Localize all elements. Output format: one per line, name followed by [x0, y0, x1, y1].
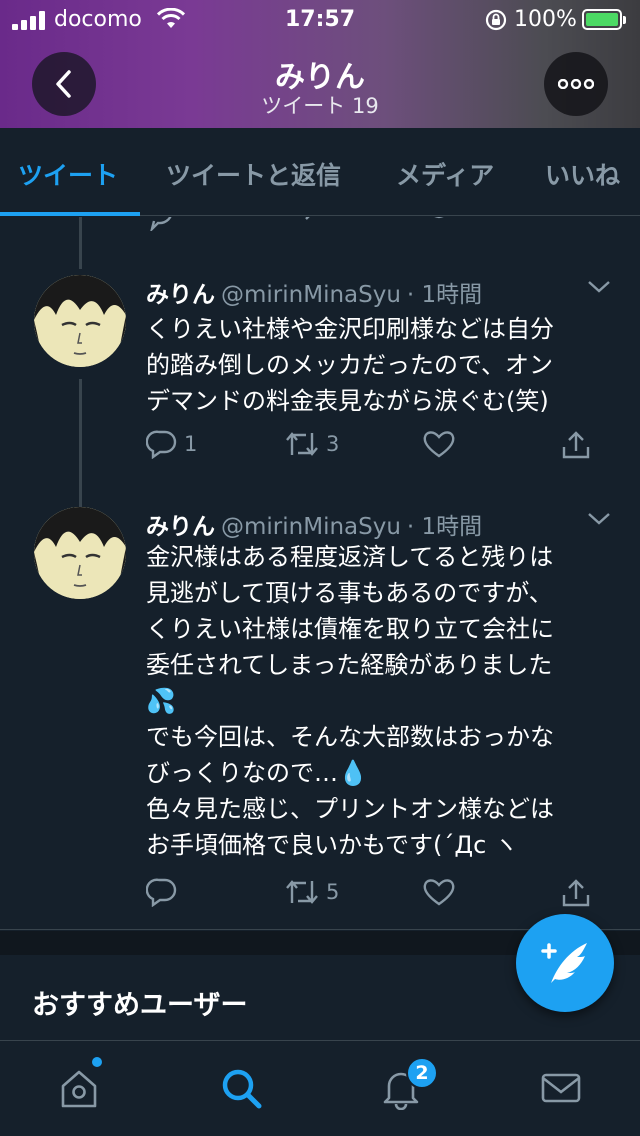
- reply-count: 1: [184, 432, 198, 456]
- chevron-down-icon[interactable]: [586, 279, 612, 299]
- thread-line: [79, 379, 82, 509]
- tweet-line: 金沢様はある程度返済してると残りは: [146, 543, 554, 571]
- like-button[interactable]: [422, 877, 456, 907]
- reply-button[interactable]: 1: [146, 429, 197, 459]
- tweet-count: ツイート 19: [261, 94, 379, 118]
- avatar[interactable]: [34, 507, 126, 599]
- share-icon: [562, 879, 590, 907]
- reply-icon: [146, 878, 177, 907]
- author-name[interactable]: みりん: [146, 282, 215, 308]
- retweet-icon: [286, 880, 318, 904]
- tweet-line: 的踏み倒しのメッカだったので、オン: [146, 351, 554, 379]
- bottom-nav: 2: [0, 1040, 640, 1136]
- home-icon: [61, 1070, 97, 1108]
- compose-feather-icon: [541, 943, 587, 983]
- nav-messages[interactable]: [536, 1063, 586, 1113]
- reply-button[interactable]: [146, 877, 184, 907]
- battery-icon: [582, 9, 626, 30]
- tweet-actions: 1 3: [146, 429, 606, 461]
- thread-line: [79, 217, 82, 269]
- timeline: みりん @mirinMinaSyu · 1時間 くりえい社様や金沢印刷様などは自分 …: [0, 217, 640, 931]
- avatar[interactable]: [34, 275, 126, 367]
- search-icon: [222, 1069, 262, 1109]
- tab-tweets-replies[interactable]: ツイートと返信: [166, 156, 341, 192]
- tweet-line: デマンドの料金表見ながら涙ぐむ(笑): [146, 387, 549, 415]
- heart-icon: [423, 431, 455, 458]
- home-unread-dot: [92, 1057, 102, 1067]
- tab-likes[interactable]: いいね: [545, 156, 620, 192]
- retweet-icon: [286, 432, 318, 456]
- retweet-count: 3: [326, 432, 340, 456]
- retweet-button[interactable]: 3: [284, 429, 339, 459]
- reply-icon: [146, 430, 177, 459]
- previous-tweet-actions: [0, 217, 640, 231]
- mail-icon: [541, 1073, 581, 1103]
- tweet-time: · 1時間: [406, 514, 483, 540]
- notification-badge: 2: [406, 1057, 438, 1089]
- like-button[interactable]: [422, 429, 456, 459]
- tweet-line: 色々見た感じ、プリントオン様などは: [146, 795, 554, 823]
- retweet-button[interactable]: 5: [284, 877, 339, 907]
- heart-icon: [423, 879, 455, 906]
- tweet-text: 金沢様はある程度返済してると残りは 見逃がして頂ける事もあるのですが、 くりえい…: [146, 539, 606, 863]
- share-icon: [562, 431, 590, 459]
- nav-notifications[interactable]: 2: [376, 1057, 438, 1113]
- author-handle[interactable]: @mirinMinaSyu: [221, 282, 401, 308]
- tab-media[interactable]: メディア: [396, 156, 494, 192]
- profile-tabs: ツイート ツイートと返信 メディア いいね: [0, 128, 640, 216]
- battery-percent: 100%: [514, 7, 577, 32]
- active-tab-indicator: [0, 212, 140, 216]
- chevron-down-icon[interactable]: [586, 511, 612, 531]
- share-button[interactable]: [560, 877, 592, 909]
- tweet-actions: 5: [146, 877, 606, 909]
- tweet-time: · 1時間: [406, 282, 483, 308]
- tweet-line: 委任されてしまった経験がありました: [146, 651, 553, 679]
- profile-header: docomo 17:57 100% みりん ツイート 19: [0, 0, 640, 128]
- tweet-line: 💦: [146, 687, 176, 715]
- tweet-header: みりん @mirinMinaSyu · 1時間: [146, 275, 482, 309]
- author-handle[interactable]: @mirinMinaSyu: [221, 514, 401, 540]
- share-button[interactable]: [560, 429, 592, 461]
- tweet-line: 見逃がして頂ける事もあるのですが、: [146, 579, 553, 607]
- more-options-button[interactable]: [544, 52, 608, 116]
- tweet-line: くりえい社様は債権を取り立て会社に: [146, 615, 554, 643]
- tweet-line: お手頃価格で良いかもです(´Дc ヽ: [146, 831, 518, 859]
- author-name[interactable]: みりん: [146, 514, 215, 540]
- recommend-title: おすすめユーザー: [32, 990, 248, 1021]
- tweet-text: くりえい社様や金沢印刷様などは自分 的踏み倒しのメッカだったので、オン デマンド…: [146, 311, 606, 419]
- rotation-lock-icon: [484, 8, 508, 38]
- status-bar: docomo 17:57 100%: [0, 0, 640, 40]
- nav-home[interactable]: [54, 1057, 104, 1113]
- tweet-header: みりん @mirinMinaSyu · 1時間: [146, 507, 482, 541]
- ellipsis-icon: [558, 79, 594, 89]
- tweet-line: びっくりなので…💧: [146, 759, 368, 787]
- nav-search[interactable]: [216, 1063, 266, 1113]
- tweet-line: でも今回は、そんな大部数はおっかな: [146, 723, 554, 751]
- tab-tweets[interactable]: ツイート: [18, 156, 118, 192]
- retweet-count: 5: [326, 880, 340, 904]
- tweet-line: くりえい社様や金沢印刷様などは自分: [146, 315, 554, 343]
- compose-tweet-button[interactable]: [516, 914, 614, 1012]
